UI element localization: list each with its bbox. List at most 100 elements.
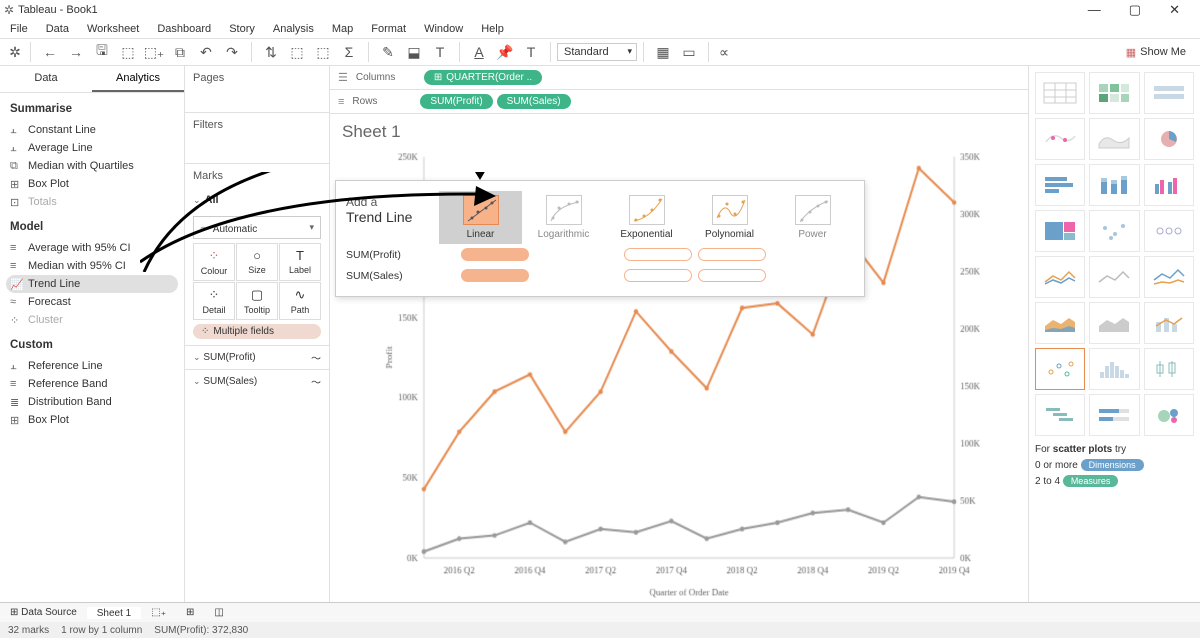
filters-shelf[interactable]: Filters bbox=[185, 113, 329, 137]
mark-tooltip[interactable]: ▢Tooltip bbox=[236, 282, 278, 320]
maximize-button[interactable]: ▢ bbox=[1129, 2, 1141, 18]
rows-pill-sales[interactable]: SUM(Sales) bbox=[497, 94, 571, 109]
menu-data[interactable]: Data bbox=[46, 23, 69, 35]
menu-format[interactable]: Format bbox=[371, 23, 406, 35]
trend-opt-logarithmic[interactable]: Logarithmic bbox=[522, 191, 605, 244]
group-icon[interactable]: ⬓ bbox=[405, 43, 423, 61]
sort-desc-icon[interactable]: ⬚ bbox=[314, 43, 332, 61]
trend-profit-poly[interactable] bbox=[698, 248, 766, 261]
analytics-box-plot[interactable]: ⊞Box Plot bbox=[0, 175, 184, 193]
analytics-avg-ci[interactable]: ≡Average with 95% CI bbox=[0, 239, 184, 257]
menu-story[interactable]: Story bbox=[229, 23, 255, 35]
analytics-median-ci[interactable]: ≡Median with 95% CI bbox=[0, 257, 184, 275]
totals-icon[interactable]: Σ bbox=[340, 43, 358, 61]
mark-size[interactable]: ○Size bbox=[236, 243, 278, 281]
analytics-constant-line[interactable]: ⫠Constant Line bbox=[0, 121, 184, 139]
mark-label[interactable]: TLabel bbox=[279, 243, 321, 281]
presentation-icon[interactable]: ▭ bbox=[680, 43, 698, 61]
marks-multiple-fields[interactable]: ⁘Multiple fields bbox=[193, 324, 321, 339]
show-me-button[interactable]: ▦ Show Me bbox=[1118, 46, 1194, 59]
analytics-ref-band[interactable]: ≡Reference Band bbox=[0, 375, 184, 393]
sm-symbol-map[interactable] bbox=[1035, 118, 1085, 160]
sm-line-continuous[interactable] bbox=[1035, 256, 1085, 298]
tab-data[interactable]: Data bbox=[0, 66, 92, 92]
sm-circle-views[interactable] bbox=[1089, 210, 1139, 252]
trend-opt-linear[interactable]: Linear bbox=[439, 191, 522, 244]
duplicate-icon[interactable]: ⧉ bbox=[171, 43, 189, 61]
menu-map[interactable]: Map bbox=[332, 23, 353, 35]
sort-asc-icon[interactable]: ⬚ bbox=[288, 43, 306, 61]
marks-sum-sales[interactable]: ⌄ SUM(Sales)〜 bbox=[185, 370, 329, 393]
menu-worksheet[interactable]: Worksheet bbox=[87, 23, 139, 35]
sm-side-by-side-bar[interactable] bbox=[1144, 164, 1194, 206]
tab-analytics[interactable]: Analytics bbox=[92, 66, 184, 92]
mark-path[interactable]: ∿Path bbox=[279, 282, 321, 320]
new-story-icon[interactable]: ◫ bbox=[204, 607, 233, 618]
trend-profit-exp[interactable] bbox=[624, 248, 692, 261]
new-data-icon[interactable]: ⬚ bbox=[119, 43, 137, 61]
trend-sales-linear[interactable] bbox=[461, 269, 529, 282]
trend-profit-linear[interactable] bbox=[461, 248, 529, 261]
menu-dashboard[interactable]: Dashboard bbox=[157, 23, 211, 35]
sm-heatmap[interactable] bbox=[1089, 72, 1139, 114]
minimize-button[interactable]: — bbox=[1088, 2, 1101, 18]
sm-text-table[interactable] bbox=[1035, 72, 1085, 114]
show-cards-icon[interactable]: ▦ bbox=[654, 43, 672, 61]
save-icon[interactable]: 🖫 bbox=[93, 43, 111, 61]
sm-treemap[interactable] bbox=[1035, 210, 1085, 252]
sm-area-continuous[interactable] bbox=[1035, 302, 1085, 344]
mark-type-selector[interactable]: 〜 Automatic▾ bbox=[193, 216, 321, 239]
menu-analysis[interactable]: Analysis bbox=[273, 23, 314, 35]
menu-window[interactable]: Window bbox=[424, 23, 463, 35]
undo-icon[interactable]: ↶ bbox=[197, 43, 215, 61]
sm-boxplot[interactable] bbox=[1144, 348, 1194, 390]
swap-icon[interactable]: ⇅ bbox=[262, 43, 280, 61]
sm-pie[interactable] bbox=[1144, 118, 1194, 160]
window-close-button[interactable]: ✕ bbox=[1169, 2, 1180, 18]
sm-highlight-table[interactable] bbox=[1144, 72, 1194, 114]
sm-line-discrete[interactable] bbox=[1089, 256, 1139, 298]
pin-icon[interactable]: 📌 bbox=[496, 43, 514, 61]
mark-detail[interactable]: ⁘Detail bbox=[193, 282, 235, 320]
trend-sales-exp[interactable] bbox=[624, 269, 692, 282]
sm-histogram[interactable] bbox=[1089, 348, 1139, 390]
sm-scatter[interactable] bbox=[1035, 348, 1085, 390]
columns-pill-quarter[interactable]: ⊞QUARTER(Order .. bbox=[424, 70, 542, 85]
sm-dual-combo[interactable] bbox=[1144, 302, 1194, 344]
sheet-title[interactable]: Sheet 1 bbox=[330, 114, 1028, 150]
analytics-average-line[interactable]: ⫠Average Line bbox=[0, 139, 184, 157]
sm-side-circle[interactable] bbox=[1144, 210, 1194, 252]
new-worksheet-icon[interactable]: ⬚₊ bbox=[141, 607, 176, 618]
analytics-box-plot-2[interactable]: ⊞Box Plot bbox=[0, 411, 184, 429]
back-icon[interactable]: ← bbox=[41, 43, 59, 61]
sm-packed-bubbles[interactable] bbox=[1144, 394, 1194, 436]
tableau-icon[interactable]: ✲ bbox=[6, 43, 24, 61]
forward-icon[interactable]: → bbox=[67, 43, 85, 61]
menu-file[interactable]: File bbox=[10, 23, 28, 35]
text-icon[interactable]: T bbox=[522, 43, 540, 61]
rows-pill-profit[interactable]: SUM(Profit) bbox=[420, 94, 492, 109]
share-icon[interactable]: ∝ bbox=[715, 43, 733, 61]
analytics-forecast[interactable]: ≈Forecast bbox=[0, 293, 184, 311]
analytics-dist-band[interactable]: ≣Distribution Band bbox=[0, 393, 184, 411]
sm-stacked-bar[interactable] bbox=[1089, 164, 1139, 206]
sm-bullet[interactable] bbox=[1089, 394, 1139, 436]
sm-filled-map[interactable] bbox=[1089, 118, 1139, 160]
sheet1-tab[interactable]: Sheet 1 bbox=[87, 607, 141, 619]
trend-opt-polynomial[interactable]: Polynomial bbox=[688, 191, 771, 244]
trend-opt-exponential[interactable]: Exponential bbox=[605, 191, 688, 244]
analytics-ref-line[interactable]: ⫠Reference Line bbox=[0, 357, 184, 375]
pages-shelf[interactable]: Pages bbox=[185, 66, 329, 90]
worksheet-new-icon[interactable]: ⬚₊ bbox=[145, 43, 163, 61]
highlight-icon[interactable]: ✎ bbox=[379, 43, 397, 61]
analytics-median-quartiles[interactable]: ⧉Median with Quartiles bbox=[0, 157, 184, 175]
menu-help[interactable]: Help bbox=[481, 23, 504, 35]
sm-gantt[interactable] bbox=[1035, 394, 1085, 436]
datasource-tab[interactable]: ⊞ Data Source bbox=[0, 607, 87, 618]
trend-sales-poly[interactable] bbox=[698, 269, 766, 282]
sm-dual-line[interactable] bbox=[1144, 256, 1194, 298]
new-dashboard-icon[interactable]: ⊞ bbox=[176, 607, 204, 618]
marks-all[interactable]: ⌄All bbox=[185, 188, 329, 212]
fit-selector[interactable]: Standard bbox=[557, 43, 637, 61]
marks-sum-profit[interactable]: ⌄ SUM(Profit)〜 bbox=[185, 346, 329, 369]
